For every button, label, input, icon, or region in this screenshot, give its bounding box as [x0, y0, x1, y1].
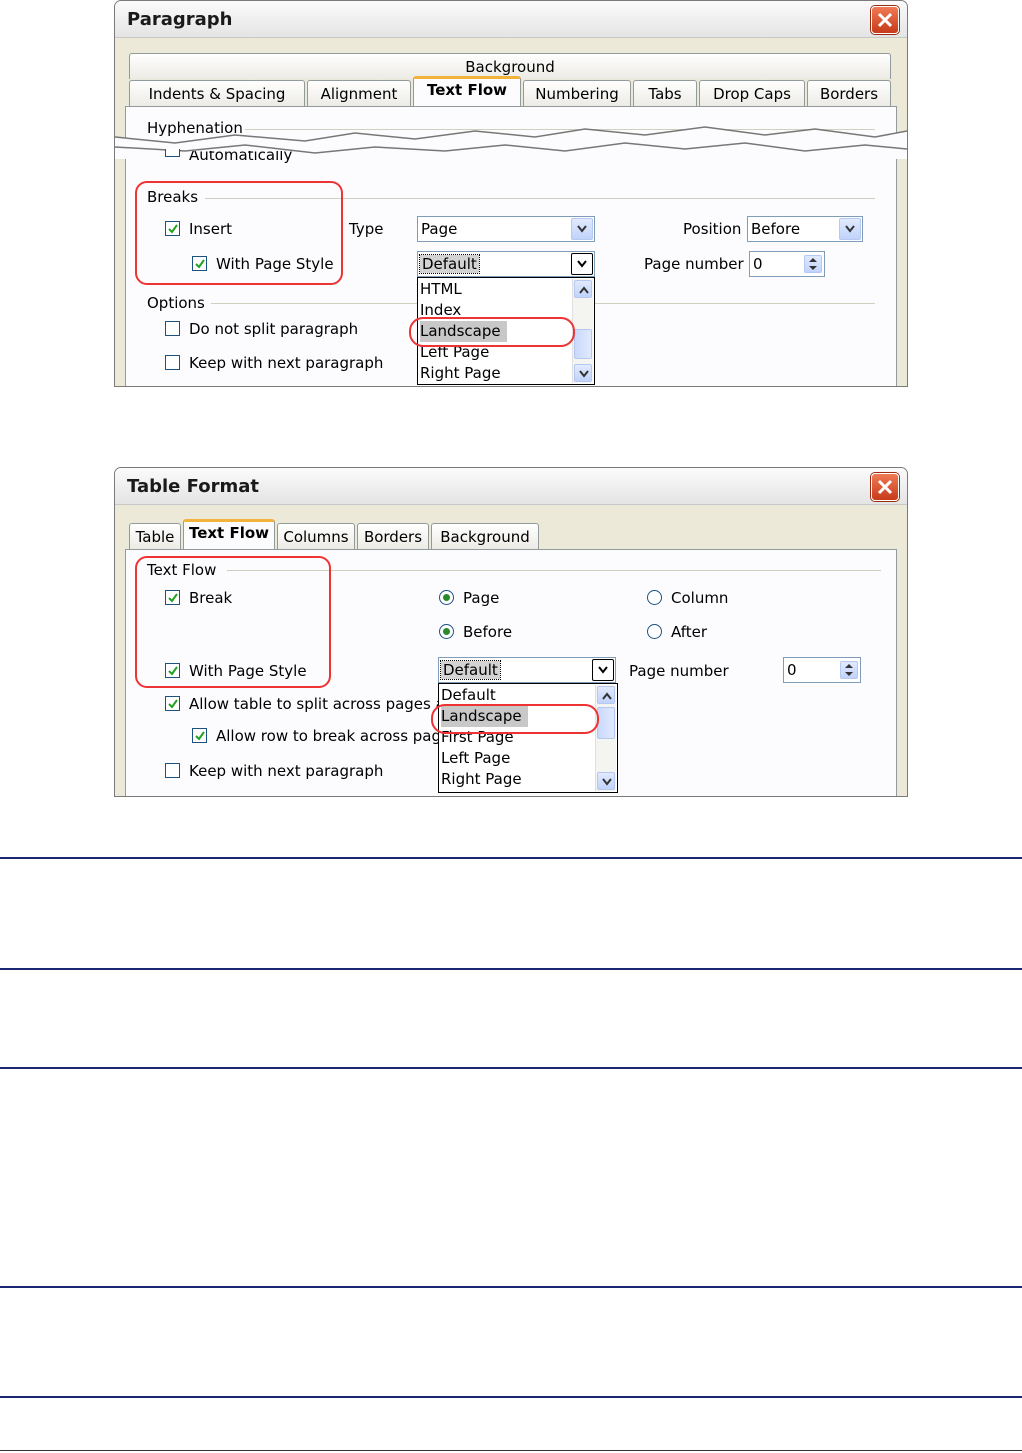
table-format-dialog: Table Format Table Text Flow Columns Bor… — [114, 467, 908, 797]
footer-rule — [0, 1450, 1022, 1451]
page-style-dropdown-list[interactable]: HTML Index Landscape Left Page Right Pag… — [417, 277, 595, 385]
list-item-highlighted[interactable]: Landscape — [441, 706, 528, 727]
breaks-heading: Breaks — [147, 188, 199, 206]
list-item[interactable]: Default — [441, 685, 496, 706]
tab-numbering[interactable]: Numbering — [523, 80, 631, 106]
scrollbar[interactable] — [572, 279, 593, 383]
close-button[interactable] — [871, 473, 899, 501]
type-select[interactable]: Page — [417, 216, 595, 242]
dialog-title: Table Format — [127, 476, 259, 497]
position-label: Position — [683, 220, 742, 238]
tab-text-flow[interactable]: Text Flow — [413, 76, 521, 106]
options-heading: Options — [147, 294, 205, 312]
table-format-titlebar: Table Format — [115, 468, 907, 505]
insert-label: Insert — [189, 220, 233, 238]
keep-with-next-checkbox[interactable] — [165, 763, 180, 778]
page-number-spinner[interactable]: 0 — [783, 657, 861, 683]
paragraph-titlebar: Paragraph — [115, 1, 907, 38]
text-flow-heading: Text Flow — [147, 561, 217, 579]
list-item[interactable]: HTML — [420, 279, 462, 300]
automatically-checkbox[interactable] — [165, 149, 180, 157]
chevron-down-icon[interactable] — [597, 772, 615, 790]
list-item[interactable]: Left Page — [420, 342, 489, 363]
chevron-down-icon[interactable] — [839, 218, 861, 240]
break-checkbox[interactable] — [165, 590, 180, 605]
spin-arrows-icon[interactable] — [840, 661, 858, 679]
scrollbar-thumb[interactable] — [597, 707, 615, 739]
chevron-down-icon[interactable] — [574, 364, 592, 382]
list-item-highlighted[interactable]: Landscape — [420, 321, 507, 342]
page-style-dropdown-list[interactable]: Default Landscape First Page Left Page R… — [438, 683, 618, 793]
list-item[interactable]: Left Page — [441, 748, 510, 769]
tab-borders[interactable]: Borders — [807, 80, 891, 106]
with-page-style-label: With Page Style — [216, 255, 334, 273]
chevron-down-icon[interactable] — [571, 253, 593, 275]
list-item[interactable]: Index — [420, 300, 461, 321]
after-radio[interactable] — [647, 624, 662, 639]
tab-tabs[interactable]: Tabs — [633, 80, 697, 106]
chevron-up-icon[interactable] — [597, 686, 615, 704]
scrollbar[interactable] — [595, 685, 616, 791]
list-item[interactable]: Right Page — [420, 363, 501, 384]
section-rule — [0, 857, 1022, 859]
chevron-down-icon[interactable] — [592, 659, 614, 681]
page-number-label: Page number — [629, 662, 729, 680]
tab-table[interactable]: Table — [129, 523, 181, 549]
separator — [205, 198, 875, 199]
close-button[interactable] — [871, 6, 899, 34]
keep-with-next-checkbox[interactable] — [165, 355, 180, 370]
tab-borders[interactable]: Borders — [357, 523, 429, 549]
chevron-up-icon[interactable] — [574, 280, 592, 298]
chevron-down-icon[interactable] — [571, 218, 593, 240]
do-not-split-checkbox[interactable] — [165, 321, 180, 336]
page-number-spinner[interactable]: 0 — [749, 251, 825, 277]
section-rule — [0, 1067, 1022, 1069]
type-label: Type — [349, 220, 384, 238]
section-rule — [0, 1396, 1022, 1398]
allow-split-label: Allow table to split across pages and — [189, 695, 464, 713]
allow-row-break-checkbox[interactable] — [192, 728, 207, 743]
section-rule — [0, 968, 1022, 970]
column-radio[interactable] — [647, 590, 662, 605]
allow-row-break-label: Allow row to break across pages — [216, 727, 459, 745]
tab-background[interactable]: Background — [431, 523, 539, 549]
position-select[interactable]: Before — [747, 216, 863, 242]
page-radio-label: Page — [463, 589, 500, 607]
before-radio-label: Before — [463, 623, 513, 641]
paragraph-dialog: Paragraph Background Indents & Spacing A… — [114, 0, 908, 387]
page-style-select[interactable]: Default — [417, 251, 595, 277]
tab-drop-caps[interactable]: Drop Caps — [699, 80, 805, 106]
section-rule — [0, 1286, 1022, 1288]
break-label: Break — [189, 589, 233, 607]
after-radio-label: After — [671, 623, 708, 641]
with-page-style-checkbox[interactable] — [165, 663, 180, 678]
insert-checkbox[interactable] — [165, 221, 180, 236]
tab-columns[interactable]: Columns — [277, 523, 355, 549]
tab-indents-spacing[interactable]: Indents & Spacing — [129, 80, 305, 106]
list-item[interactable]: First Page — [441, 727, 514, 748]
tab-alignment[interactable]: Alignment — [307, 80, 411, 106]
page-style-select[interactable]: Default — [438, 657, 616, 683]
scrollbar-thumb[interactable] — [574, 329, 592, 359]
column-radio-label: Column — [671, 589, 729, 607]
tab-text-flow[interactable]: Text Flow — [183, 519, 275, 549]
list-item[interactable]: Right Page — [441, 769, 522, 790]
do-not-split-label: Do not split paragraph — [189, 320, 359, 338]
spin-arrows-icon[interactable] — [804, 255, 822, 273]
page-number-label: Page number — [644, 255, 744, 273]
before-radio[interactable] — [439, 624, 454, 639]
allow-split-checkbox[interactable] — [165, 696, 180, 711]
separator — [227, 570, 881, 571]
keep-with-next-label: Keep with next paragraph — [189, 762, 384, 780]
dialog-title: Paragraph — [127, 9, 233, 30]
with-page-style-label: With Page Style — [189, 662, 307, 680]
page-radio[interactable] — [439, 590, 454, 605]
with-page-style-checkbox[interactable] — [192, 256, 207, 271]
keep-with-next-label: Keep with next paragraph — [189, 354, 384, 372]
